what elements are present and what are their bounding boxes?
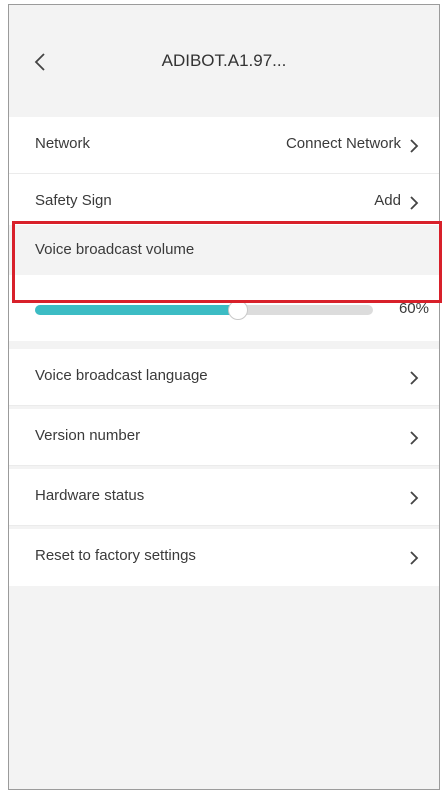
chevron-right-icon [410,551,419,565]
network-label: Network [35,135,91,152]
volume-percent: 60% [398,300,429,317]
chevron-right-icon [410,371,419,385]
voice-language-row[interactable]: Voice broadcast language [9,349,439,406]
factory-reset-row[interactable]: Reset to factory settings [9,529,439,586]
phone-screen: ADIBOT.A1.97... Network Connect Network … [8,4,440,790]
version-number-row[interactable]: Version number [9,409,439,466]
hardware-status-row[interactable]: Hardware status [9,469,439,526]
voice-language-label: Voice broadcast language [35,367,208,384]
volume-label: Voice broadcast volume [35,241,195,258]
network-value: Connect Network [285,135,401,152]
chevron-right-icon [410,196,419,210]
volume-slider-row: 60% [9,275,439,341]
version-number-label: Version number [35,427,141,444]
safety-sign-row[interactable]: Safety Sign Add [9,174,439,225]
page-title: ADIBOT.A1.97... [161,51,287,70]
hardware-status-label: Hardware status [35,487,145,504]
chevron-right-icon [410,431,419,445]
factory-reset-label: Reset to factory settings [35,547,196,564]
app-header: ADIBOT.A1.97... [9,5,439,113]
volume-slider-fill [35,305,238,315]
volume-slider-thumb[interactable] [227,300,248,320]
network-row[interactable]: Network Connect Network [9,117,439,174]
safety-sign-value: Add [374,192,401,209]
chevron-right-icon [410,491,419,505]
volume-section: Voice broadcast volume [9,225,439,275]
safety-sign-label: Safety Sign [35,192,112,209]
chevron-right-icon [410,139,419,153]
volume-slider-track[interactable] [35,300,373,320]
